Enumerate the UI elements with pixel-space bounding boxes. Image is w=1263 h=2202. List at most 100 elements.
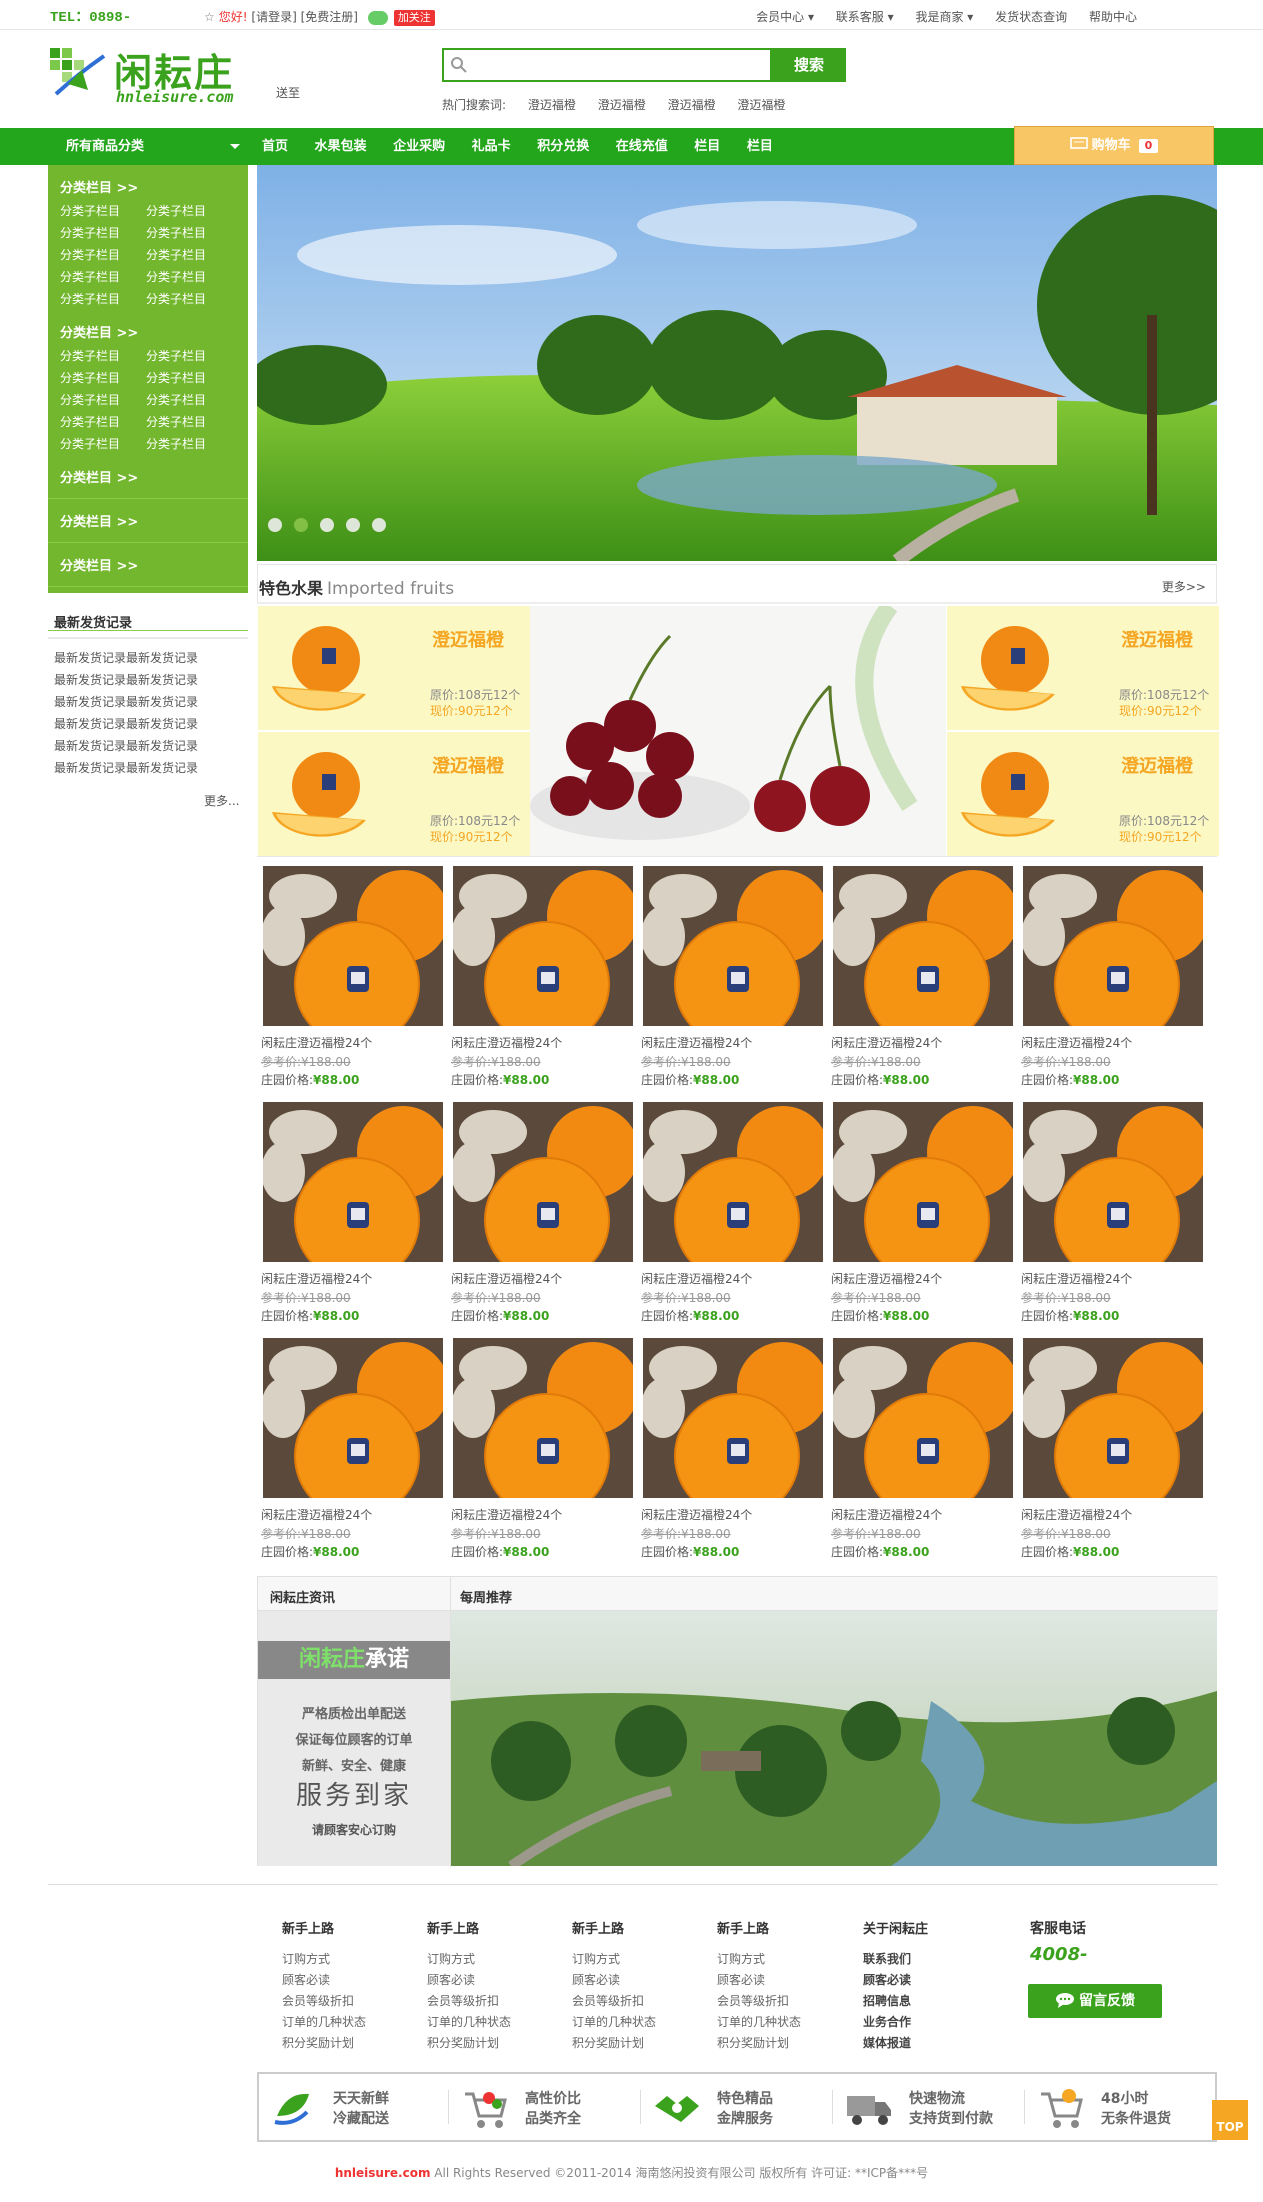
footer-link[interactable]: 订购方式 xyxy=(427,1949,511,1970)
footer-link[interactable]: 会员等级折扣 xyxy=(282,1991,366,2012)
subcategory-link[interactable]: 分类子栏目 xyxy=(146,433,232,455)
product-name[interactable]: 闲耘庄澄迈福橙24个 xyxy=(831,1034,942,1051)
product-name[interactable]: 闲耘庄澄迈福橙24个 xyxy=(641,1506,752,1523)
product-name[interactable]: 闲耘庄澄迈福橙24个 xyxy=(451,1034,562,1051)
footer-link[interactable]: 会员等级折扣 xyxy=(572,1991,656,2012)
nav-fruit-packaging[interactable]: 水果包装 xyxy=(315,139,367,154)
product-card[interactable]: 闲耘庄澄迈福橙24个 参考价:¥188.00 庄园价格:¥88.00 xyxy=(447,1102,637,1332)
subcategory-link[interactable]: 分类子栏目 xyxy=(60,367,146,389)
tab-weekly[interactable]: 每周推荐 xyxy=(460,1587,512,1606)
product-image[interactable] xyxy=(263,1338,443,1498)
subcategory-link[interactable]: 分类子栏目 xyxy=(146,266,232,288)
shipping-record[interactable]: 最新发货记录最新发货记录 xyxy=(54,669,242,691)
subcategory-link[interactable]: 分类子栏目 xyxy=(146,389,232,411)
footer-link[interactable]: 业务合作 xyxy=(863,2012,928,2033)
product-name[interactable]: 闲耘庄澄迈福橙24个 xyxy=(641,1270,752,1287)
category-title[interactable]: 分类栏目 >> xyxy=(60,177,248,196)
nav-online-recharge[interactable]: 在线充值 xyxy=(616,139,668,154)
product-card[interactable]: 闲耘庄澄迈福橙24个 参考价:¥188.00 庄园价格:¥88.00 xyxy=(447,866,637,1096)
carousel-dot[interactable] xyxy=(320,518,334,532)
subcategory-link[interactable]: 分类子栏目 xyxy=(60,266,146,288)
footer-link[interactable]: 订单的几种状态 xyxy=(282,2012,366,2033)
subcategory-link[interactable]: 分类子栏目 xyxy=(146,288,232,310)
footer-link[interactable]: 顾客必读 xyxy=(717,1970,801,1991)
featured-more-link[interactable]: 更多>> xyxy=(1162,578,1206,595)
promo-card[interactable]: 澄迈福橙 原价:108元12个 现价:90元12个 xyxy=(258,606,530,730)
promo-card[interactable]: 澄迈福橙 原价:108元12个 现价:90元12个 xyxy=(947,606,1219,730)
footer-link[interactable]: 订单的几种状态 xyxy=(572,2012,656,2033)
subcategory-link[interactable]: 分类子栏目 xyxy=(60,389,146,411)
product-card[interactable]: 闲耘庄澄迈福橙24个 参考价:¥188.00 庄园价格:¥88.00 xyxy=(257,1102,447,1332)
star-icon[interactable]: ☆ xyxy=(204,10,215,24)
product-image[interactable] xyxy=(643,1338,823,1498)
search-button[interactable]: 搜索 xyxy=(772,48,846,82)
nav-home[interactable]: 首页 xyxy=(262,139,288,154)
cart-button[interactable]: 购物车 0 xyxy=(1014,126,1214,165)
footer-link[interactable]: 积分奖励计划 xyxy=(572,2033,656,2054)
nav-column[interactable]: 栏目 xyxy=(747,139,773,154)
login-link[interactable]: [请登录] xyxy=(251,10,296,24)
back-to-top-button[interactable]: TOP xyxy=(1212,2100,1248,2140)
cherries-banner[interactable] xyxy=(530,606,946,856)
footer-link[interactable]: 订单的几种状态 xyxy=(717,2012,801,2033)
all-categories-menu[interactable]: 所有商品分类 xyxy=(50,128,250,165)
shipping-record[interactable]: 最新发货记录最新发货记录 xyxy=(54,691,242,713)
product-name[interactable]: 闲耘庄澄迈福橙24个 xyxy=(451,1270,562,1287)
footer-link[interactable]: 订购方式 xyxy=(717,1949,801,1970)
product-name[interactable]: 闲耘庄澄迈福橙24个 xyxy=(451,1506,562,1523)
product-image[interactable] xyxy=(263,1102,443,1262)
subcategory-link[interactable]: 分类子栏目 xyxy=(146,345,232,367)
product-card[interactable]: 闲耘庄澄迈福橙24个 参考价:¥188.00 庄园价格:¥88.00 xyxy=(827,1102,1017,1332)
shipping-status-link[interactable]: 发货状态查询 xyxy=(995,10,1067,24)
help-center-link[interactable]: 帮助中心 xyxy=(1089,10,1137,24)
subcategory-link[interactable]: 分类子栏目 xyxy=(146,222,232,244)
register-link[interactable]: [免费注册] xyxy=(301,10,358,24)
footer-link[interactable]: 积分奖励计划 xyxy=(427,2033,511,2054)
footer-link[interactable]: 顾客必读 xyxy=(863,1970,928,1991)
footer-link[interactable]: 会员等级折扣 xyxy=(717,1991,801,2012)
site-domain[interactable]: hnleisure.com xyxy=(335,2166,431,2180)
shipping-record[interactable]: 最新发货记录最新发货记录 xyxy=(54,735,242,757)
footer-link[interactable]: 顾客必读 xyxy=(427,1970,511,1991)
subcategory-link[interactable]: 分类子栏目 xyxy=(60,288,146,310)
promo-card[interactable]: 澄迈福橙 原价:108元12个 现价:90元12个 xyxy=(947,732,1219,856)
product-image[interactable] xyxy=(643,866,823,1026)
feedback-button[interactable]: 留言反馈 xyxy=(1028,1984,1162,2018)
product-card[interactable]: 闲耘庄澄迈福橙24个 参考价:¥188.00 庄园价格:¥88.00 xyxy=(1017,1102,1207,1332)
subcategory-link[interactable]: 分类子栏目 xyxy=(60,433,146,455)
hot-term[interactable]: 澄迈福橙 xyxy=(598,98,646,112)
nav-points-exchange[interactable]: 积分兑换 xyxy=(537,139,589,154)
product-image[interactable] xyxy=(833,866,1013,1026)
carousel-dot[interactable] xyxy=(372,518,386,532)
product-image[interactable] xyxy=(833,1102,1013,1262)
product-card[interactable]: 闲耘庄澄迈福橙24个 参考价:¥188.00 庄园价格:¥88.00 xyxy=(637,866,827,1096)
subcategory-link[interactable]: 分类子栏目 xyxy=(60,244,146,266)
footer-link[interactable]: 积分奖励计划 xyxy=(717,2033,801,2054)
product-card[interactable]: 闲耘庄澄迈福橙24个 参考价:¥188.00 庄园价格:¥88.00 xyxy=(257,1338,447,1568)
product-name[interactable]: 闲耘庄澄迈福橙24个 xyxy=(1021,1034,1132,1051)
contact-service-link[interactable]: 联系客服 ▾ xyxy=(836,10,894,24)
footer-link[interactable]: 顾客必读 xyxy=(572,1970,656,1991)
product-image[interactable] xyxy=(1023,866,1203,1026)
product-image[interactable] xyxy=(453,1338,633,1498)
subcategory-link[interactable]: 分类子栏目 xyxy=(146,200,232,222)
product-name[interactable]: 闲耘庄澄迈福橙24个 xyxy=(831,1506,942,1523)
product-image[interactable] xyxy=(643,1102,823,1262)
site-logo[interactable]: 闲耘庄 hnleisure.com xyxy=(44,40,244,110)
footer-link[interactable]: 订购方式 xyxy=(282,1949,366,1970)
product-image[interactable] xyxy=(1023,1102,1203,1262)
nav-corporate-purchase[interactable]: 企业采购 xyxy=(393,139,445,154)
product-name[interactable]: 闲耘庄澄迈福橙24个 xyxy=(1021,1506,1132,1523)
nav-column[interactable]: 栏目 xyxy=(694,139,720,154)
tab-news[interactable]: 闲耘庄资讯 xyxy=(270,1587,335,1606)
footer-link[interactable]: 媒体报道 xyxy=(863,2033,928,2054)
hot-term[interactable]: 澄迈福橙 xyxy=(668,98,716,112)
product-image[interactable] xyxy=(263,866,443,1026)
product-name[interactable]: 闲耘庄澄迈福橙24个 xyxy=(261,1034,372,1051)
product-name[interactable]: 闲耘庄澄迈福橙24个 xyxy=(831,1270,942,1287)
product-card[interactable]: 闲耘庄澄迈福橙24个 参考价:¥188.00 庄园价格:¥88.00 xyxy=(637,1102,827,1332)
footer-link[interactable]: 顾客必读 xyxy=(282,1970,366,1991)
member-center-link[interactable]: 会员中心 ▾ xyxy=(756,10,814,24)
deliver-to-label[interactable]: 送至 xyxy=(276,84,300,101)
footer-link[interactable]: 积分奖励计划 xyxy=(282,2033,366,2054)
